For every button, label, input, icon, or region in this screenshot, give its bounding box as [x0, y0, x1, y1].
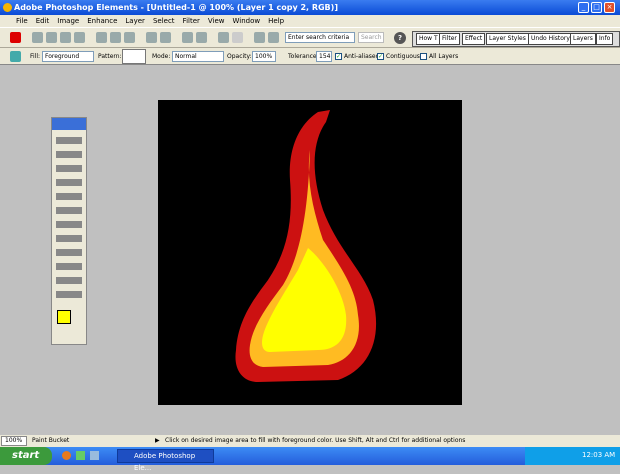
taskbar-task-photoshop[interactable]: Adobe Photoshop Ele... [117, 449, 214, 472]
status-hint: Click on desired image area to fill with… [165, 437, 466, 444]
tab-info[interactable]: Info [596, 33, 614, 45]
zoom-field[interactable]: 100% [1, 436, 27, 446]
menu-image[interactable]: Image [57, 15, 79, 27]
menu-view[interactable]: View [208, 15, 225, 27]
online-services-icon[interactable] [160, 32, 171, 43]
pattern-picker[interactable] [122, 49, 146, 64]
open-icon[interactable] [46, 32, 57, 43]
image-canvas[interactable] [158, 100, 462, 405]
toolbox-header[interactable] [52, 118, 86, 130]
maximize-button[interactable]: □ [591, 2, 602, 13]
app-icon [3, 3, 12, 12]
menu-help[interactable]: Help [268, 15, 284, 27]
options-bar: Fill: Foreground Pattern: Mode: Normal O… [0, 48, 620, 65]
clock: 12:03 AM [582, 451, 616, 459]
adobe-logo-icon[interactable] [10, 32, 21, 43]
paint-bucket-icon [10, 51, 21, 62]
print-preview-icon[interactable] [146, 32, 157, 43]
search-button[interactable]: Search [358, 32, 384, 43]
pattern-label: Pattern: [98, 53, 122, 60]
opacity-input[interactable]: 100% [252, 51, 276, 62]
contiguous-label: Contiguous [386, 53, 420, 60]
print-icon[interactable] [182, 32, 193, 43]
tolerance-label: Tolerance: [288, 53, 319, 60]
foreground-color-swatch[interactable] [57, 310, 71, 324]
tab-filters[interactable]: Filter [439, 33, 460, 45]
status-bar: 100% Paint Bucket ▶ Click on desired ima… [0, 435, 620, 447]
search-input[interactable]: Enter search criteria [285, 32, 355, 43]
all-layers-label: All Layers [429, 53, 459, 60]
menu-select[interactable]: Select [153, 15, 175, 27]
messenger-icon[interactable] [76, 451, 85, 460]
menu-bar: File Edit Image Enhance Layer Select Fil… [0, 15, 620, 27]
contiguous-checkbox[interactable]: ✓ [377, 53, 384, 60]
import-icon[interactable] [74, 32, 85, 43]
undo-icon[interactable] [218, 32, 229, 43]
mode-select[interactable]: Normal [172, 51, 224, 62]
tool-icons[interactable] [56, 134, 82, 304]
taskbar: start Adobe Photoshop Ele... 12:03 AM [0, 447, 620, 472]
fill-select[interactable]: Foreground [42, 51, 94, 62]
close-button[interactable]: × [604, 2, 615, 13]
start-button[interactable]: start [0, 447, 52, 465]
flame-artwork [235, 110, 377, 382]
current-tool: Paint Bucket [32, 437, 70, 444]
quick-fix-icon[interactable] [254, 32, 265, 43]
fill-label: Fill: [30, 53, 41, 60]
firefox-icon[interactable] [62, 451, 71, 460]
menu-enhance[interactable]: Enhance [87, 15, 117, 27]
browse-icon[interactable] [60, 32, 71, 43]
photomerge-icon[interactable] [268, 32, 279, 43]
tab-undo-history[interactable]: Undo History [528, 33, 573, 45]
tolerance-input[interactable]: 154 [316, 51, 332, 62]
tab-layers[interactable]: Layers [570, 33, 596, 45]
mode-label: Mode: [152, 53, 171, 60]
online-print-icon[interactable] [196, 32, 207, 43]
attach-icon[interactable] [124, 32, 135, 43]
window-title: Adobe Photoshop Elements - [Untitled-1 @… [14, 3, 338, 12]
anti-aliased-label: Anti-aliased [344, 53, 380, 60]
title-bar: Adobe Photoshop Elements - [Untitled-1 @… [0, 0, 620, 15]
all-layers-checkbox[interactable] [420, 53, 427, 60]
toolbox [51, 117, 87, 345]
tab-effects[interactable]: Effect [462, 33, 486, 45]
save-web-icon[interactable] [110, 32, 121, 43]
desktop-icon[interactable] [90, 451, 99, 460]
menu-layer[interactable]: Layer [125, 15, 145, 27]
menu-edit[interactable]: Edit [36, 15, 50, 27]
anti-aliased-checkbox[interactable]: ✓ [335, 53, 342, 60]
menu-window[interactable]: Window [233, 15, 261, 27]
new-icon[interactable] [32, 32, 43, 43]
save-icon[interactable] [96, 32, 107, 43]
menu-filter[interactable]: Filter [183, 15, 200, 27]
tab-layer-styles[interactable]: Layer Styles [486, 33, 529, 45]
play-icon: ▶ [155, 437, 160, 444]
opacity-label: Opacity: [227, 53, 252, 60]
minimize-button[interactable]: _ [578, 2, 589, 13]
help-icon[interactable]: ? [394, 32, 406, 44]
shortcuts-bar: Enter search criteria Search ? How T Fil… [0, 27, 620, 48]
redo-icon[interactable] [232, 32, 243, 43]
menu-file[interactable]: File [16, 15, 28, 27]
tab-how-to[interactable]: How T [416, 33, 441, 45]
